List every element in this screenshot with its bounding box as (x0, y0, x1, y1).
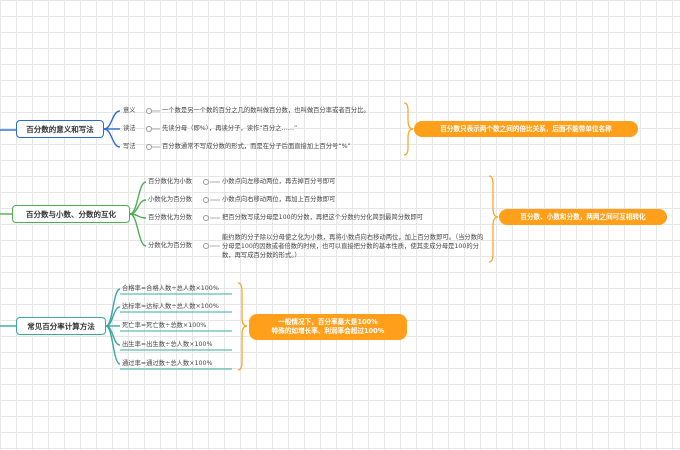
collapse-dot-icon[interactable] (146, 108, 152, 114)
section3-callout-line1: 一般情况下，百分率最大是100% (278, 318, 378, 326)
section2-callout[interactable]: 百分数、小数和分数，两两之间可互相转化 (499, 209, 667, 225)
collapse-dot-icon[interactable] (203, 215, 209, 221)
collapse-dot-icon[interactable] (203, 243, 209, 249)
section2-item4-text: 能约数的分子除以分母使之化为小数，再将小数点向右移动两位，加上百分数即可。（当分… (222, 234, 484, 259)
section2-item2-label: 小数化为百分数 (148, 196, 193, 203)
section1-item2-text: 先读分母（即%），再读分子，读作“百分之……” (162, 125, 298, 132)
section1-leaf-lines (152, 110, 160, 148)
section1-item1-text: 一个数是另一个数的百分之几的数叫做百分数，也叫做百分率或者百分比。 (162, 107, 370, 114)
section1-callout[interactable]: 百分数只表示两个数之间的倍比关系，后面不能带单位名称 (414, 121, 638, 137)
collapse-dot-icon[interactable] (146, 126, 152, 132)
section1-title[interactable]: 百分数的意义和写法 (16, 120, 104, 138)
collapse-dot-icon[interactable] (146, 144, 152, 150)
collapse-dot-icon[interactable] (203, 197, 209, 203)
section3-formula5: 通过率=通过数÷总人数×100% (122, 360, 213, 367)
section3-callout[interactable]: 一般情况下，百分率最大是100% 特殊的如增长率、利润率会超过100% (249, 314, 407, 340)
section3-brace (237, 282, 248, 371)
section3-formula1: 合格率=合格人数÷总人数×100% (122, 285, 219, 292)
section1-item2-label: 读法 (123, 125, 136, 132)
section3-formula3: 死亡率=死亡数÷总数×100% (122, 322, 207, 329)
section2-leaf-lines (210, 181, 220, 247)
section3-formula2: 达标率=达标人数÷总人数×100% (122, 303, 219, 310)
section3-title[interactable]: 常见百分率计算方法 (16, 317, 106, 335)
section2-item3-text: 把百分数写成分母是100的分数，再把这个分数约分化简到最简分数即可 (222, 214, 423, 221)
section1-brace (403, 102, 414, 156)
section2-title[interactable]: 百分数与小数、分数的互化 (12, 205, 130, 223)
mindmap-connectors (0, 102, 499, 371)
section2-brace (488, 175, 499, 263)
section2-item3-label: 百分数化为分数 (148, 214, 193, 221)
section2-item4-label: 分数化为百分数 (148, 242, 193, 249)
section1-item1-label: 意义 (123, 107, 136, 114)
section2-item1-label: 百分数化为小数 (148, 178, 193, 185)
section1-item3-label: 写法 (123, 143, 136, 150)
section2-item2-text: 小数点向右移动两位，再加上百分数即可 (222, 196, 336, 203)
section1-item3-text: 百分数通常不写成分数的形式，而是在分子后面直接加上百分号“%” (162, 143, 351, 150)
collapse-dot-icon[interactable] (203, 179, 209, 185)
section2-item1-text: 小数点向左移动两位，再去掉百分号即可 (222, 178, 336, 185)
section3-callout-line2: 特殊的如增长率、利润率会超过100% (271, 327, 385, 335)
section3-formula4: 出生率=出生数÷总人数×100% (122, 341, 213, 348)
